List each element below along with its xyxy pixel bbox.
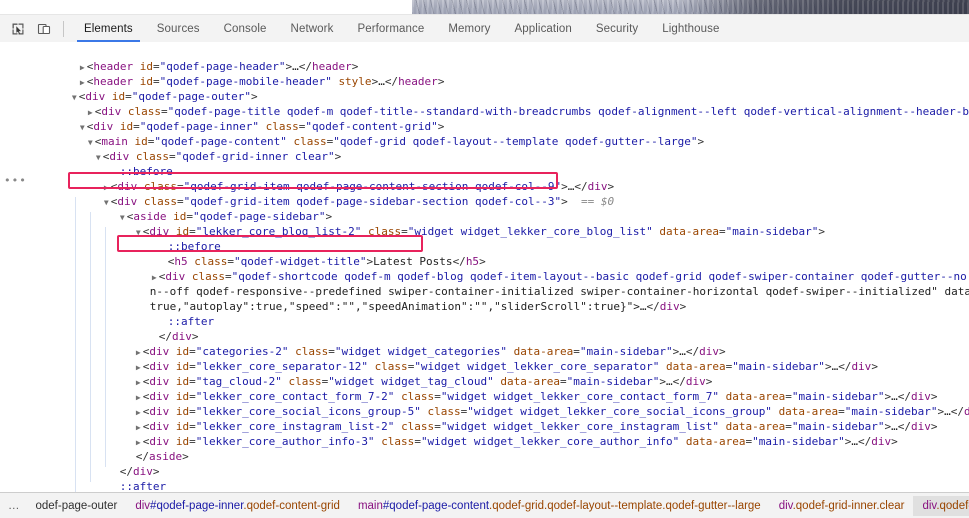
dom-node-sidebar-section-selected[interactable]: <div class="qodef-grid-item qodef-page-s… bbox=[0, 179, 969, 208]
tab-performance[interactable]: Performance bbox=[345, 15, 436, 42]
toolbar-divider bbox=[63, 20, 64, 37]
breadcrumb-item-page-inner[interactable]: div#qodef-page-inner.qodef-content-grid bbox=[126, 496, 349, 516]
dom-node-widget-categories[interactable]: <div id="categories-2" class="widget wid… bbox=[0, 329, 969, 358]
dom-node-grid-inner[interactable]: <div class="qodef-grid-inner clear"> bbox=[0, 134, 969, 163]
tab-lighthouse[interactable]: Lighthouse bbox=[650, 15, 731, 42]
tab-label: Lighthouse bbox=[662, 22, 720, 35]
dom-node-content-section[interactable]: <div class="qodef-grid-item qodef-page-c… bbox=[0, 164, 969, 193]
dom-node-close-widget-div[interactable]: </div> bbox=[0, 314, 969, 343]
device-toolbar-icon[interactable] bbox=[31, 16, 57, 42]
dom-node-shortcode-blog-wrap2: n--off qodef-responsive--predefined swip… bbox=[0, 269, 969, 298]
tab-label: Application bbox=[514, 22, 572, 35]
page-viewport-peek bbox=[0, 0, 969, 15]
dom-node-page-content[interactable]: <main id="qodef-page-content" class="qod… bbox=[0, 119, 969, 148]
dom-node-widget-separator[interactable]: <div id="lekker_core_separator-12" class… bbox=[0, 344, 969, 373]
devtools-toolbar: Elements Sources Console Network Perform… bbox=[0, 15, 969, 43]
dom-tree-panel[interactable]: ••• <header id="qodef-page-header">…</he… bbox=[0, 42, 969, 493]
tab-security[interactable]: Security bbox=[584, 15, 650, 42]
dom-node-widget-tag-cloud[interactable]: <div id="tag_cloud-2" class="widget widg… bbox=[0, 359, 969, 388]
dom-node-blog-list-widget[interactable]: <div id="lekker_core_blog_list-2" class=… bbox=[0, 209, 969, 238]
dom-node-after-pseudo-2[interactable]: ::after bbox=[0, 464, 969, 493]
dom-node-widget-contact-form[interactable]: <div id="lekker_core_contact_form_7-2" c… bbox=[0, 374, 969, 403]
dom-node-close-sidebar-div[interactable]: </div> bbox=[0, 449, 969, 478]
breadcrumb-item-grid-inner[interactable]: div.qodef-grid-inner.clear bbox=[770, 496, 914, 516]
devtools-tabs: Elements Sources Console Network Perform… bbox=[72, 15, 732, 42]
dom-node-before-pseudo[interactable]: ::before bbox=[0, 149, 969, 178]
tab-label: Network bbox=[290, 22, 334, 35]
dom-node-after-pseudo[interactable]: ::after bbox=[0, 299, 969, 328]
tab-label: Performance bbox=[357, 22, 425, 35]
tab-network[interactable]: Network bbox=[279, 15, 346, 42]
tab-label: Security bbox=[595, 22, 639, 35]
inspect-element-icon[interactable] bbox=[5, 16, 31, 42]
dom-node-mobile-header[interactable]: <header id="qodef-page-mobile-header" st… bbox=[0, 59, 969, 88]
dom-node-widget-instagram[interactable]: <div id="lekker_core_instagram_list-2" c… bbox=[0, 404, 969, 433]
breadcrumb-overflow-button[interactable]: … bbox=[0, 500, 27, 512]
tab-console[interactable]: Console bbox=[212, 15, 279, 42]
breadcrumb-item-page-content[interactable]: main#qodef-page-content.qodef-grid.qodef… bbox=[349, 496, 770, 516]
breadcrumb-item-grid-item-selected[interactable]: div.qodef-grid-i bbox=[913, 495, 969, 516]
page-peek-photo bbox=[412, 0, 969, 15]
dom-node-widget-title-h5[interactable]: <h5 class="qodef-widget-title">Latest Po… bbox=[0, 239, 969, 268]
tab-elements[interactable]: Elements bbox=[72, 15, 145, 42]
tab-label: Elements bbox=[84, 22, 133, 35]
dom-node-page-outer[interactable]: <div id="qodef-page-outer"> bbox=[0, 74, 969, 103]
dom-node-shortcode-blog-wrap3: true,"autoplay":true,"speed":"","speedAn… bbox=[0, 284, 969, 313]
dom-node-before-pseudo-2[interactable]: ::before bbox=[0, 224, 969, 253]
tab-label: Sources bbox=[156, 22, 200, 35]
dom-node-aside-sidebar[interactable]: <aside id="qodef-page-sidebar"> bbox=[0, 194, 969, 223]
tab-label: Console bbox=[223, 22, 267, 35]
tab-label: Memory bbox=[448, 22, 491, 35]
dom-node-close-grid-inner[interactable]: </div> bbox=[0, 479, 969, 493]
dom-node-shortcode-blog[interactable]: <div class="qodef-shortcode qodef-m qode… bbox=[0, 254, 969, 283]
dom-node-widget-social-icons[interactable]: <div id="lekker_core_social_icons_group-… bbox=[0, 389, 969, 418]
dom-node-page-inner[interactable]: <div id="qodef-page-inner" class="qodef-… bbox=[0, 104, 969, 133]
tab-memory[interactable]: Memory bbox=[436, 15, 502, 42]
dom-node-page-title[interactable]: <div class="qodef-page-title qodef-m qod… bbox=[0, 89, 969, 118]
breadcrumb: … odef-page-outer div#qodef-page-inner.q… bbox=[0, 492, 969, 518]
dom-node-header[interactable]: <header id="qodef-page-header">…</header… bbox=[0, 44, 969, 73]
devtools-window: Elements Sources Console Network Perform… bbox=[0, 0, 969, 518]
dom-node-widget-author-info[interactable]: <div id="lekker_core_author_info-3" clas… bbox=[0, 419, 969, 448]
tab-application[interactable]: Application bbox=[503, 15, 584, 42]
tab-sources[interactable]: Sources bbox=[145, 15, 212, 42]
dom-node-close-aside[interactable]: </aside> bbox=[0, 434, 969, 463]
breadcrumb-item-page-outer[interactable]: odef-page-outer bbox=[27, 496, 127, 516]
page-peek-blank bbox=[0, 0, 412, 15]
